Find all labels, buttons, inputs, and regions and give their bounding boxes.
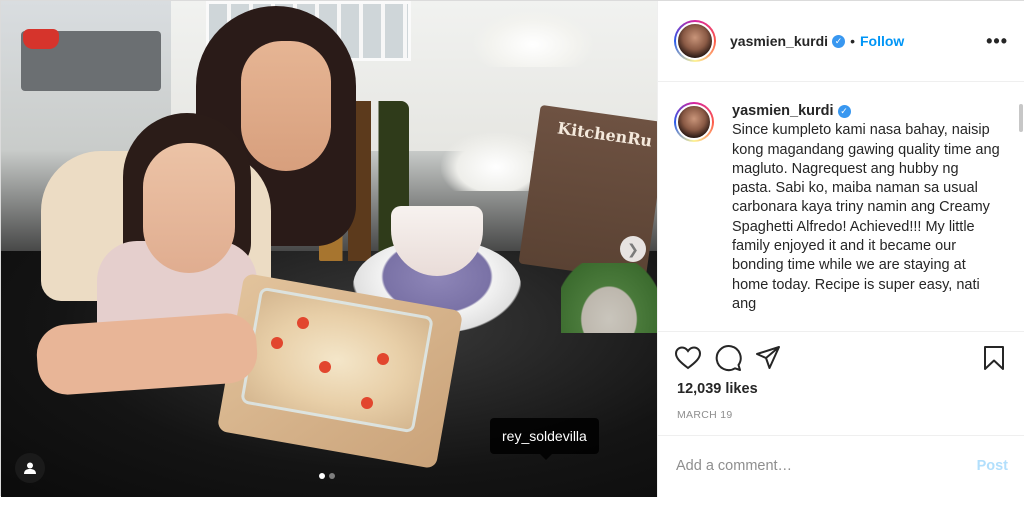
bookmark-icon[interactable] [980,344,1008,372]
photo-tomato [361,397,373,409]
photo-tomato [271,337,283,349]
photo-mother-face [241,41,331,171]
photo-tomato [319,361,331,373]
carousel-dot-active [319,473,325,479]
post-date[interactable]: MARCH 19 [677,409,733,421]
photo-lotus [473,11,593,67]
follow-button[interactable]: Follow [860,33,904,49]
photo-tomato [297,317,309,329]
comment-input[interactable] [676,454,956,478]
caption-row: yasmien_kurdi ✓ Since kumpleto kami nasa … [674,102,1002,314]
post-header: yasmien_kurdi ✓ • Follow ••• [658,1,1024,82]
caption-area[interactable]: yasmien_kurdi ✓ Since kumpleto kami nasa … [658,82,1024,332]
photo-tomato [377,353,389,365]
caption-username[interactable]: yasmien_kurdi [732,103,834,119]
verified-icon: ✓ [837,104,851,118]
caption-body: Since kumpleto kami nasa bahay, naisip k… [732,122,1000,312]
photo-pot [23,29,59,49]
more-options-button[interactable]: ••• [986,31,1008,52]
share-icon[interactable] [754,344,782,372]
carousel-indicator [319,473,335,479]
caption-avatar[interactable] [674,102,714,142]
avatar[interactable] [674,20,716,62]
user-tag-icon [24,462,36,474]
user-tag-button[interactable] [15,453,45,483]
comment-box: Post [658,435,1024,497]
post-comment-button[interactable]: Post [977,458,1008,474]
photo-child-face [143,143,235,273]
verified-icon: ✓ [832,34,846,48]
likes-count[interactable]: 12,039 likes [677,381,758,397]
photo-plant [561,263,657,333]
heart-icon[interactable] [674,344,702,372]
carousel-dot [329,473,335,479]
caption-text-block: yasmien_kurdi ✓ Since kumpleto kami nasa … [732,102,1002,314]
comment-icon[interactable] [714,344,742,372]
caption-scrollbar[interactable] [1019,104,1023,132]
photo-user-tag[interactable]: rey_soldevilla [490,418,599,460]
post-photo[interactable]: KitchenRu ❯ rey_soldevilla [1,1,657,497]
post-frame: KitchenRu ❯ rey_soldevilla yasmien_kurdi… [0,0,1024,497]
header-username[interactable]: yasmien_kurdi [730,33,828,49]
chevron-right-icon: ❯ [627,240,639,257]
action-bar [674,344,1014,374]
carousel-next-button[interactable]: ❯ [620,236,646,262]
post-side-panel: yasmien_kurdi ✓ • Follow ••• yasmien_kur… [657,1,1024,497]
header-separator: • [850,33,855,49]
